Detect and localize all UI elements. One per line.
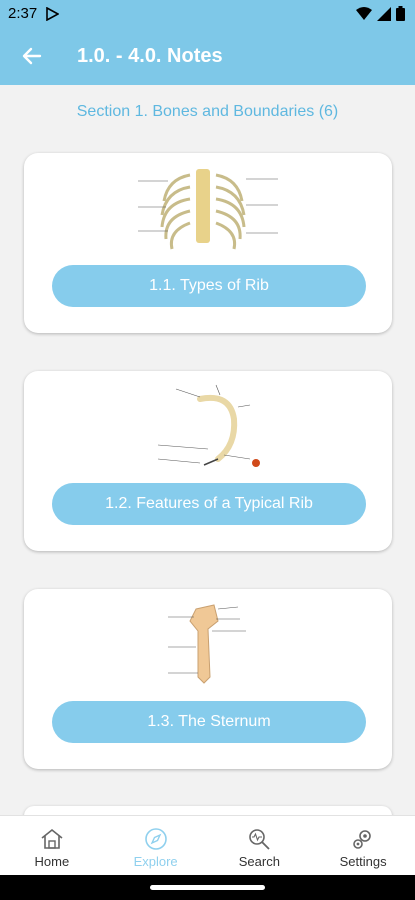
wifi-icon	[356, 6, 372, 20]
home-gesture-handle[interactable]	[150, 885, 265, 890]
topic-card-typical-rib[interactable]: 1.2. Features of a Typical Rib	[24, 371, 392, 551]
nav-search-label: Search	[238, 854, 280, 869]
page-title: 1.0. - 4.0. Notes	[77, 45, 223, 67]
signal-icon	[377, 6, 391, 21]
rib-cage-illustration	[138, 169, 278, 250]
app-bar: 1.0. - 4.0. Notes	[0, 28, 415, 85]
topic-card-types-of-rib[interactable]: 1.1. Types of Rib	[24, 153, 392, 333]
topic-button[interactable]: 1.2. Features of a Typical Rib	[52, 483, 366, 525]
battery-icon	[396, 6, 405, 21]
topic-card-sternum[interactable]: 1.3. The Sternum	[24, 589, 392, 769]
status-bar: 2:37	[0, 0, 415, 28]
play-store-icon	[46, 7, 59, 21]
compass-icon	[144, 828, 167, 850]
gear-icon	[353, 830, 371, 849]
nav-explore[interactable]: Explore	[104, 816, 208, 876]
status-icons	[356, 6, 405, 21]
nav-home-label: Home	[34, 854, 70, 869]
sternum-illustration	[168, 604, 246, 684]
section-title: Section 1. Bones and Boundaries (6)	[76, 103, 339, 120]
nav-settings[interactable]: Settings	[311, 816, 415, 876]
topic-button[interactable]: 1.3. The Sternum	[52, 701, 366, 743]
nav-home[interactable]: Home	[0, 816, 104, 876]
bottom-navigation: Home Explore Search Settings	[0, 815, 415, 876]
search-icon	[249, 829, 271, 850]
nav-search[interactable]: Search	[208, 816, 312, 876]
status-time: 2:37	[8, 5, 38, 22]
typical-rib-illustration	[157, 384, 260, 467]
home-icon	[41, 828, 63, 849]
topic-button[interactable]: 1.1. Types of Rib	[52, 265, 366, 307]
back-arrow-icon[interactable]	[20, 44, 44, 68]
nav-settings-label: Settings	[339, 854, 387, 869]
nav-explore-label: Explore	[133, 854, 178, 869]
gesture-bar	[0, 875, 415, 900]
